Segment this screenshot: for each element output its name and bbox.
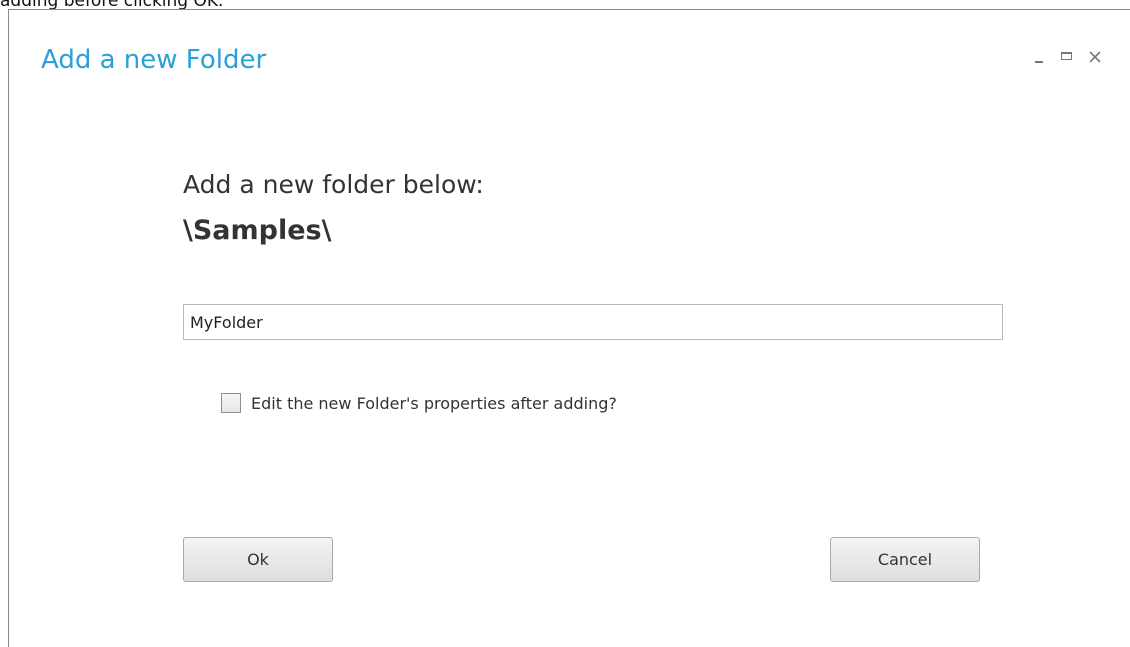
- edit-properties-option: Edit the new Folder's properties after a…: [221, 393, 617, 413]
- folder-name-input[interactable]: [183, 304, 1003, 340]
- minimize-icon[interactable]: [1032, 50, 1046, 64]
- dialog-title: Add a new Folder: [41, 45, 267, 75]
- prompt-text: Add a new folder below:: [183, 170, 484, 199]
- parent-folder-path: \Samples\: [183, 215, 332, 246]
- window-controls: [1032, 50, 1102, 64]
- screen: adding before clicking OK. Add a new Fol…: [0, 0, 1130, 647]
- edit-properties-label[interactable]: Edit the new Folder's properties after a…: [251, 394, 617, 413]
- add-folder-dialog: Add a new Folder Add a new folder below:…: [8, 9, 1130, 647]
- close-icon[interactable]: [1088, 50, 1102, 64]
- maximize-icon[interactable]: [1060, 50, 1074, 64]
- ok-button[interactable]: Ok: [183, 537, 333, 582]
- cancel-button[interactable]: Cancel: [830, 537, 980, 582]
- edit-properties-checkbox[interactable]: [221, 393, 241, 413]
